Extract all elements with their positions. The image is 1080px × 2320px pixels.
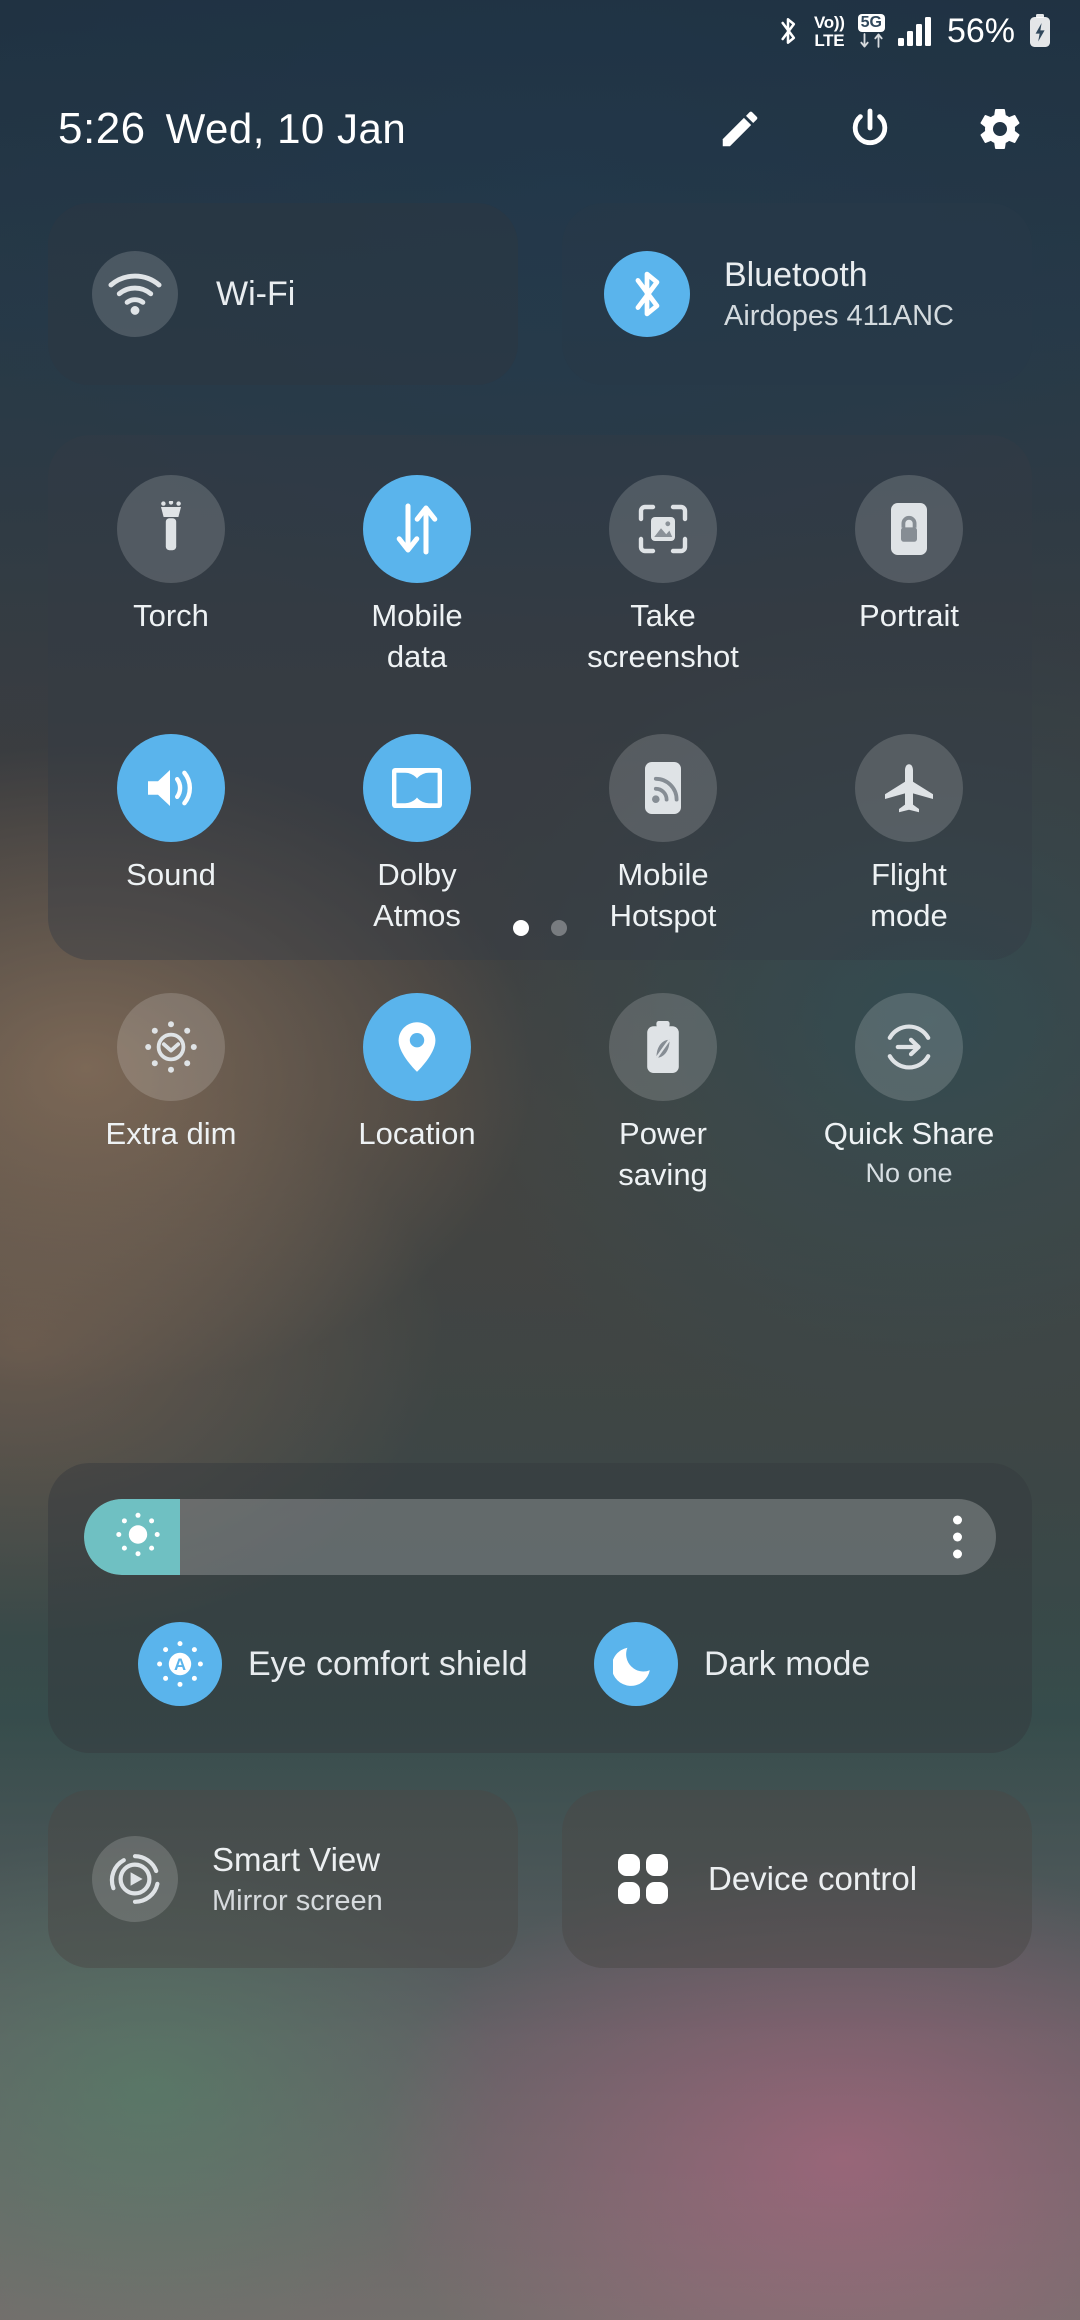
location-pin-icon[interactable] <box>363 993 471 1101</box>
toggle-torch[interactable]: Torch <box>48 475 294 672</box>
device-control-icon[interactable] <box>614 1850 672 1908</box>
toggle-extra-dim[interactable]: Extra dim <box>48 993 294 1190</box>
bluetooth-icon[interactable] <box>604 251 690 337</box>
brightness-sun-icon <box>114 1511 162 1564</box>
smart-view-sublabel: Mirror screen <box>212 1884 383 1917</box>
toggle-label: Location <box>358 1116 476 1151</box>
page-dot-2[interactable] <box>551 920 567 936</box>
quick-share-icon[interactable] <box>855 993 963 1101</box>
settings-button[interactable] <box>974 103 1026 155</box>
quick-settings-panel: Vo)) LTE 5G 56% 5:26 Wed, 10 Jan Wi-Fi B… <box>0 0 1080 2320</box>
clock-date[interactable]: Wed, 10 Jan <box>166 105 407 153</box>
airplane-icon[interactable] <box>855 734 963 842</box>
device-control-label: Device control <box>708 1860 918 1897</box>
extra-dim-icon[interactable] <box>117 993 225 1101</box>
toggle-sublabel: No one <box>865 1158 953 1188</box>
clock-time[interactable]: 5:26 <box>58 104 146 154</box>
toggle-portrait[interactable]: Portrait <box>786 475 1032 672</box>
toggle-mobile-hotspot[interactable]: Mobile Hotspot <box>540 734 786 931</box>
screenshot-icon[interactable] <box>609 475 717 583</box>
toggle-label: Mobile data <box>371 598 463 674</box>
dark-mode-toggle[interactable]: Dark mode <box>540 1622 996 1706</box>
wifi-icon[interactable] <box>92 251 178 337</box>
eye-comfort-shield-toggle[interactable]: A Eye comfort shield <box>84 1622 540 1706</box>
toggle-label: Extra dim <box>105 1116 237 1151</box>
bluetooth-icon <box>775 14 801 48</box>
volume-icon[interactable] <box>117 734 225 842</box>
svg-text:A: A <box>174 1655 186 1674</box>
brightness-slider[interactable] <box>84 1499 996 1575</box>
signal-bars-icon <box>897 16 932 46</box>
page-dot-1[interactable] <box>513 920 529 936</box>
toggle-power-saving[interactable]: Power saving <box>540 993 786 1190</box>
volte-icon: Vo)) LTE <box>814 12 845 50</box>
toggle-mobile-data[interactable]: Mobile data <box>294 475 540 672</box>
clock-and-date[interactable]: 5:26 Wed, 10 Jan <box>58 104 406 154</box>
smart-view-icon[interactable] <box>92 1836 178 1922</box>
pencil-icon <box>722 111 758 147</box>
5g-icon: 5G <box>857 13 885 49</box>
page-indicator <box>48 920 1032 936</box>
toggle-row: Sound Dolby Atmos Mobile Hotspot Flight … <box>48 734 1032 931</box>
toggle-label: Power saving <box>618 1116 708 1192</box>
bluetooth-device-name: Airdopes 411ANC <box>724 300 954 333</box>
toggle-row: Torch Mobile data Take screenshot Portra… <box>48 475 1032 672</box>
toggle-flight-mode[interactable]: Flight mode <box>786 734 1032 931</box>
display-modes-row: A Eye comfort shield Dark mode <box>84 1622 996 1706</box>
power-button[interactable] <box>844 103 896 155</box>
toggle-quick-share[interactable]: Quick Share No one <box>786 993 1032 1190</box>
quick-toggles-grid: Torch Mobile data Take screenshot Portra… <box>48 435 1032 1190</box>
toggle-take-screenshot[interactable]: Take screenshot <box>540 475 786 672</box>
toggle-row: Extra dim Location Power saving Quick Sh… <box>48 993 1032 1190</box>
bluetooth-tile[interactable]: Bluetooth Airdopes 411ANC <box>562 203 1032 385</box>
toggle-label: Torch <box>133 598 209 633</box>
wifi-label: Wi-Fi <box>216 274 296 313</box>
dolby-icon[interactable] <box>363 734 471 842</box>
power-icon <box>852 108 888 145</box>
rotation-lock-icon[interactable] <box>855 475 963 583</box>
toggle-location[interactable]: Location <box>294 993 540 1190</box>
toggle-dolby-atmos[interactable]: Dolby Atmos <box>294 734 540 931</box>
header-actions <box>714 103 1034 155</box>
mobile-data-icon[interactable] <box>363 475 471 583</box>
power-saving-icon[interactable] <box>609 993 717 1101</box>
gear-icon <box>980 108 1020 149</box>
toggle-label: Quick Share <box>823 1116 995 1151</box>
status-bar: Vo)) LTE 5G 56% <box>0 0 1080 62</box>
edit-button[interactable] <box>714 103 766 155</box>
moon-icon[interactable] <box>594 1622 678 1706</box>
toggle-label: Take screenshot <box>587 598 739 674</box>
battery-percentage: 56% <box>946 11 1015 50</box>
bluetooth-label: Bluetooth <box>724 255 868 294</box>
toggle-label: Portrait <box>859 598 959 633</box>
dark-mode-label: Dark mode <box>704 1644 871 1683</box>
brightness-panel: A Eye comfort shield Dark mode <box>48 1463 1032 1753</box>
wifi-tile[interactable]: Wi-Fi <box>48 203 518 385</box>
eye-comfort-icon[interactable]: A <box>138 1622 222 1706</box>
bluetooth-tile-text: Bluetooth Airdopes 411ANC <box>724 255 954 333</box>
hotspot-icon[interactable] <box>609 734 717 842</box>
flashlight-icon[interactable] <box>117 475 225 583</box>
toggle-sound[interactable]: Sound <box>48 734 294 931</box>
toggle-label: Sound <box>126 857 216 892</box>
wifi-tile-text: Wi-Fi <box>216 274 295 314</box>
device-control-tile[interactable]: Device control <box>562 1790 1032 1968</box>
smart-view-label: Smart View <box>212 1840 381 1878</box>
smart-view-text: Smart View Mirror screen <box>212 1841 383 1918</box>
smart-view-tile[interactable]: Smart View Mirror screen <box>48 1790 518 1968</box>
eye-comfort-label: Eye comfort shield <box>248 1644 528 1683</box>
panel-header: 5:26 Wed, 10 Jan <box>0 92 1080 166</box>
battery-charging-icon <box>1028 14 1052 48</box>
overflow-menu-icon[interactable] <box>953 1515 962 1559</box>
